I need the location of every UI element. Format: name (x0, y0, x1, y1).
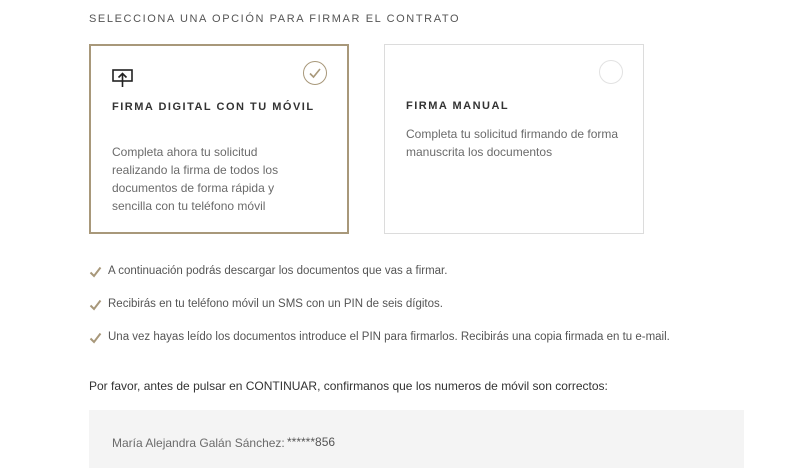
info-list: A continuación podrás descargar los docu… (89, 265, 670, 364)
mobile-sign-icon (112, 69, 134, 94)
info-text: A continuación podrás descargar los docu… (108, 265, 448, 277)
info-item: Una vez hayas leído los documentos intro… (89, 331, 670, 364)
check-icon (89, 266, 102, 278)
info-text: Recibirás en tu teléfono móvil un SMS co… (108, 298, 443, 310)
phone-confirmation-box: María Alejandra Galán Sánchez: ******856 (89, 410, 744, 468)
option-title: FIRMA DIGITAL CON TU MÓVIL (112, 101, 315, 113)
unselected-radio[interactable] (599, 60, 623, 84)
option-description: Completa tu solicitud firmando de forma … (406, 127, 619, 159)
check-icon (89, 299, 102, 311)
holder-name: María Alejandra Galán Sánchez: (112, 436, 285, 450)
info-item: Recibirás en tu teléfono móvil un SMS co… (89, 298, 670, 331)
option-title: FIRMA MANUAL (406, 100, 510, 112)
info-item: A continuación podrás descargar los docu… (89, 265, 670, 298)
option-description: Completa ahora tu solicitud realizando l… (112, 145, 279, 213)
selected-radio-check[interactable] (303, 61, 327, 85)
option-card-digital[interactable]: FIRMA DIGITAL CON TU MÓVIL Completa ahor… (89, 44, 349, 234)
option-card-manual[interactable]: FIRMA MANUAL Completa tu solicitud firma… (384, 44, 644, 234)
confirm-instructions: Por favor, antes de pulsar en CONTINUAR,… (89, 379, 608, 393)
section-title: SELECCIONA UNA OPCIÓN PARA FIRMAR EL CON… (89, 13, 461, 25)
masked-phone-number: ******856 (287, 435, 336, 449)
check-icon (89, 332, 102, 344)
info-text: Una vez hayas leído los documentos intro… (108, 331, 670, 343)
